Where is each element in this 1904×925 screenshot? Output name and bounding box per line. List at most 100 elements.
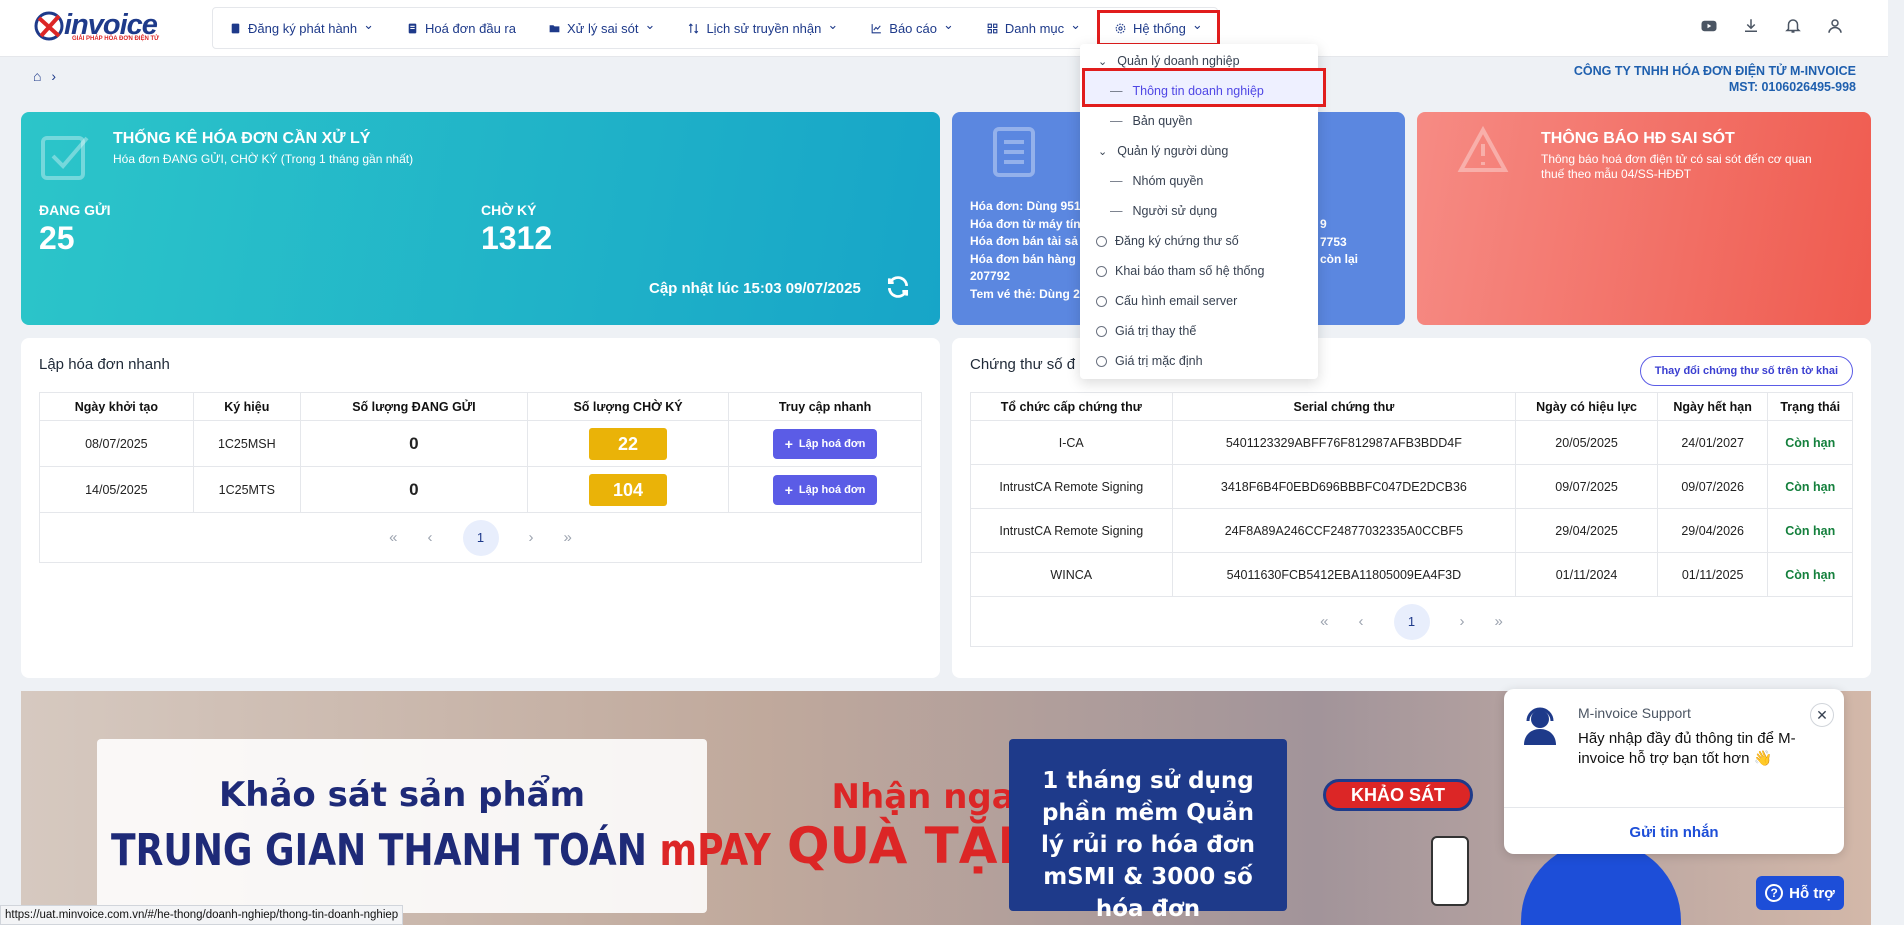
table-cell: 54011630FCB5412EBA11805009EA4F3D — [1171, 552, 1517, 597]
nav-item-1[interactable]: Hoá đơn đầu ra — [390, 8, 532, 48]
nav-item-6[interactable]: Hệ thống ⌄ — [1097, 10, 1220, 46]
nav-item-2[interactable]: Xử lý sai sót ⌄ — [532, 8, 671, 48]
menu-item-5[interactable]: — Người sử dụng — [1110, 196, 1217, 226]
dash-icon: — — [1110, 84, 1123, 98]
last-page-icon[interactable]: » — [564, 529, 572, 546]
status-badge: Còn hạn — [1767, 552, 1853, 597]
check-square-icon — [41, 136, 89, 180]
menu-item-label: Người sử dụng — [1132, 204, 1218, 218]
download-icon[interactable] — [1742, 17, 1760, 40]
menu-item-4[interactable]: — Nhóm quyền — [1110, 166, 1203, 196]
breadcrumb: ⌂ › — [33, 68, 56, 84]
menu-item-0[interactable]: ⌄ Quản lý doanh nghiệp — [1098, 46, 1240, 76]
table-cell: WINCA — [970, 552, 1173, 597]
change-certificate-button[interactable]: Thay đổi chứng thư số trên tờ khai — [1639, 356, 1853, 386]
top-bar: invoice GIẢI PHÁP HÓA ĐƠN ĐIỆN TỬ Đăng k… — [0, 0, 1888, 57]
circle-icon — [1096, 265, 1107, 277]
menu-item-10[interactable]: Giá trị mặc định — [1096, 346, 1203, 376]
usage-line-4: Hóa đơn bán hàng — [970, 251, 1076, 266]
help-label: Hỗ trợ — [1789, 884, 1835, 902]
usage-line-5: 207792 — [970, 269, 1011, 283]
menu-item-label: Cấu hình email server — [1115, 294, 1238, 308]
table-cell: 1C25MTS — [192, 466, 301, 513]
panel-title: Chứng thư số đ — [970, 356, 1076, 373]
menu-item-label: Thông tin doanh nghiệp — [1132, 84, 1264, 98]
user-icon[interactable] — [1826, 17, 1844, 40]
create-invoice-button[interactable]: + Lập hoá đơn — [772, 428, 878, 459]
table-cell: IntrustCA Remote Signing — [970, 508, 1173, 553]
chat-agent-name: M-invoice Support — [1578, 705, 1691, 721]
transfer-icon — [687, 22, 700, 35]
menu-item-label: Khai báo tham số hệ thống — [1115, 264, 1265, 278]
first-page-icon[interactable]: « — [1320, 613, 1328, 630]
table-cell: 29/04/2026 — [1656, 508, 1769, 553]
waiting-count-badge: 104 — [589, 473, 668, 506]
logo-mark-icon — [34, 11, 64, 41]
dash-icon: — — [1110, 114, 1123, 128]
chat-message: Hãy nhập đầy đủ thông tin để M-invoice h… — [1578, 730, 1796, 767]
survey-line-2: TRUNG GIAN THANH TOÁN — [111, 825, 647, 876]
page-number[interactable]: 1 — [462, 519, 499, 556]
usage-right-3: còn lại — [1320, 252, 1359, 266]
nav-item-0[interactable]: Đăng ký phát hành ⌄ — [213, 8, 390, 48]
menu-item-label: Bản quyền — [1132, 114, 1193, 128]
menu-item-label: Quản lý người dùng — [1117, 144, 1229, 158]
mpay-text: mPAY — [659, 825, 771, 876]
usage-line-1: Hóa đơn: Dùng 951 — [970, 199, 1081, 213]
circle-icon — [1096, 325, 1107, 337]
status-badge: Còn hạn — [1767, 464, 1853, 509]
folder-icon — [548, 22, 561, 35]
survey-button[interactable]: KHẢO SÁT — [1323, 779, 1473, 811]
menu-item-8[interactable]: Cấu hình email server — [1096, 286, 1237, 316]
prev-page-icon[interactable]: ‹ — [428, 529, 433, 546]
sending-label: ĐANG GỬI — [39, 202, 111, 218]
menu-item-2[interactable]: — Bản quyền — [1110, 106, 1192, 136]
chevron-down-icon: ⌄ — [1098, 55, 1108, 68]
table-cell: 01/11/2025 — [1656, 552, 1769, 597]
next-page-icon[interactable]: › — [529, 529, 534, 546]
offer-box: 1 tháng sử dụng phần mềm Quản lý rủi ro … — [1009, 739, 1287, 922]
nav-label: Hệ thống — [1133, 20, 1186, 36]
next-page-icon[interactable]: › — [1460, 613, 1465, 630]
card-title: THÔNG BÁO HĐ SAI SÓT — [1541, 130, 1735, 147]
status-badge: Còn hạn — [1767, 508, 1853, 553]
menu-item-1[interactable]: — Thông tin doanh nghiệp — [1110, 76, 1264, 106]
table-cell: 1C25MSH — [192, 420, 301, 467]
youtube-icon[interactable] — [1700, 17, 1718, 40]
column-header: Ngày hết hạn — [1656, 392, 1769, 421]
table-row: 14/05/2025 1C25MTS 0 104 + Lập hoá đơn — [39, 466, 922, 513]
table-cell: 09/07/2025 — [1515, 464, 1658, 509]
menu-item-3[interactable]: ⌄ Quản lý người dùng — [1098, 136, 1228, 166]
prev-page-icon[interactable]: ‹ — [1359, 613, 1364, 630]
menu-item-label: Giá trị thay thế — [1115, 324, 1197, 338]
top-icons — [1700, 17, 1844, 40]
refresh-icon[interactable] — [885, 274, 911, 300]
close-icon[interactable]: ✕ — [1810, 703, 1834, 727]
quick-invoice-table: Ngày khởi tạo Ký hiệu Số lượng ĐANG GỬI Số … — [39, 392, 922, 563]
send-message-button[interactable]: Gửi tin nhắn — [1504, 807, 1844, 841]
nav-item-5[interactable]: Danh mục ⌄ — [970, 8, 1097, 48]
nav-label: Danh mục — [1004, 20, 1065, 36]
home-icon[interactable]: ⌂ — [33, 68, 41, 84]
menu-item-7[interactable]: Khai báo tham số hệ thống — [1096, 256, 1264, 286]
nav-label: Lịch sử truyền nhận — [706, 20, 822, 36]
usage-line-2: Hóa đơn từ máy tín — [970, 216, 1081, 231]
page-number[interactable]: 1 — [1393, 603, 1430, 640]
menu-item-9[interactable]: Giá trị thay thế — [1096, 316, 1196, 346]
last-page-icon[interactable]: » — [1495, 613, 1503, 630]
first-page-icon[interactable]: « — [389, 529, 397, 546]
table-cell: 24/01/2027 — [1656, 420, 1769, 465]
logo-tagline: GIẢI PHÁP HÓA ĐƠN ĐIỆN TỬ — [72, 36, 160, 42]
table-cell: 08/07/2025 — [39, 420, 194, 467]
help-button[interactable]: ? Hỗ trợ — [1756, 876, 1844, 910]
bell-icon[interactable] — [1784, 17, 1802, 40]
circle-icon — [1096, 235, 1107, 247]
create-invoice-button[interactable]: + Lập hoá đơn — [772, 474, 878, 505]
nav-item-4[interactable]: Báo cáo ⌄ — [854, 8, 970, 48]
nav-label: Đăng ký phát hành — [248, 20, 358, 36]
nav-item-3[interactable]: Lịch sử truyền nhận ⌄ — [671, 8, 854, 48]
chevron-down-icon: ⌄ — [644, 17, 656, 32]
nav-label: Hoá đơn đầu ra — [425, 20, 516, 36]
chevron-down-icon: ⌄ — [942, 17, 954, 32]
menu-item-6[interactable]: Đăng ký chứng thư số — [1096, 226, 1239, 256]
